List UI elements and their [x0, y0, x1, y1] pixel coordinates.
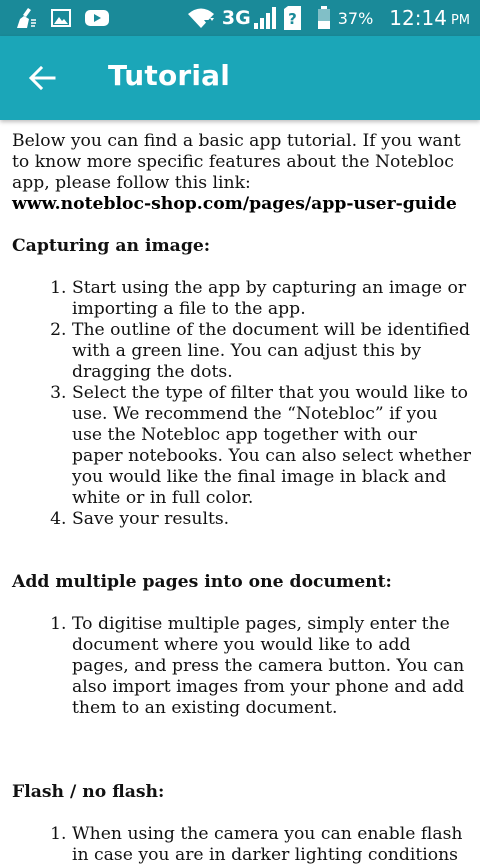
clock-ampm: PM [450, 12, 470, 28]
list-item: Start using the app by capturing an imag… [72, 278, 472, 320]
tutorial-content: Below you can find a basic app tutorial.… [12, 131, 472, 866]
app-user-guide-link[interactable]: www.notebloc-shop.com/pages/app-user-gui… [12, 194, 472, 215]
status-bar: 3G ? 37% 12:14 PM [0, 0, 480, 36]
section-heading-flash: Flash / no flash: [12, 782, 165, 802]
signal-icon [253, 6, 279, 30]
intro-text: Below you can find a basic app tutorial.… [12, 131, 461, 193]
capturing-steps-list: Start using the app by capturing an imag… [12, 278, 472, 530]
list-item: Select the type of filter that you would… [72, 383, 472, 509]
wifi-icon [186, 6, 216, 30]
page-title: Tutorial [108, 59, 231, 92]
arrow-back-icon [28, 65, 56, 91]
app-bar: Tutorial [0, 36, 480, 120]
notification-icons [14, 6, 122, 30]
back-button[interactable] [24, 60, 60, 96]
unknown-sim-icon: ? [283, 5, 303, 31]
svg-text:?: ? [288, 10, 297, 28]
list-item: The outline of the document will be iden… [72, 320, 472, 383]
network-type: 3G [221, 7, 251, 29]
gallery-icon [50, 7, 72, 29]
flash-steps-list: When using the camera you can enable fla… [12, 824, 472, 866]
system-icons: 3G ? 37% 12:14 PM [186, 4, 470, 32]
youtube-icon [84, 8, 110, 28]
list-item: Save your results. [72, 509, 472, 530]
battery-icon [317, 6, 331, 30]
cleaner-broom-icon [14, 6, 38, 30]
clock: 12:14 [389, 6, 447, 30]
list-item: When using the camera you can enable fla… [72, 824, 472, 866]
list-item: To digitise multiple pages, simply enter… [72, 614, 472, 719]
section-heading-multiple-pages: Add multiple pages into one document: [12, 572, 392, 592]
section-heading-capturing: Capturing an image: [12, 236, 211, 256]
battery-percentage: 37% [337, 8, 374, 28]
multiple-pages-steps-list: To digitise multiple pages, simply enter… [12, 614, 472, 719]
